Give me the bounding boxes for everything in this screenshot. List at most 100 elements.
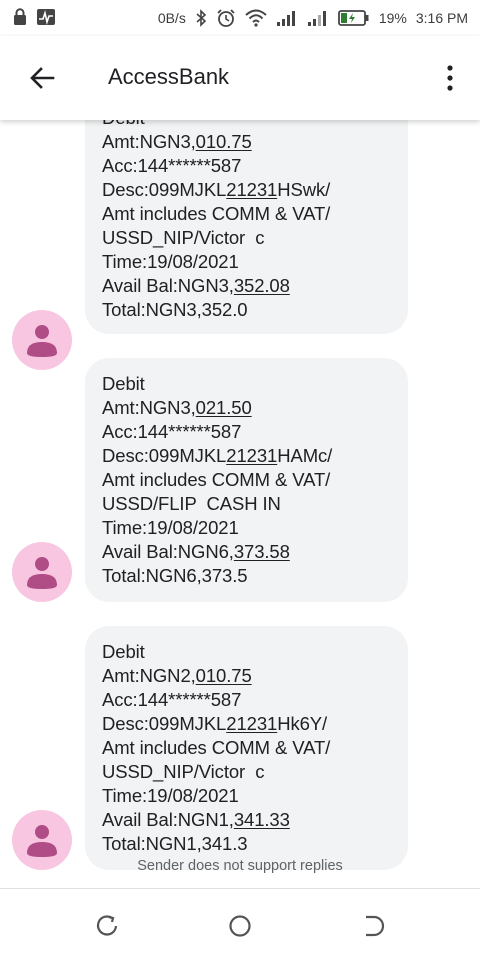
message-line: Time:19/08/2021	[102, 250, 391, 274]
clock: 3:16 PM	[415, 10, 468, 26]
message-text: Amt includes COMM & VAT/	[102, 737, 331, 758]
more-options-button[interactable]	[438, 58, 462, 98]
back-button[interactable]	[22, 58, 62, 98]
battery-percent: 19%	[378, 10, 407, 26]
linked-number[interactable]: 21231	[226, 713, 277, 734]
linked-number[interactable]: 352.08	[234, 275, 290, 296]
message-body: Debit Amt:NGN2,010.75 Acc:144******587 Desc…	[102, 640, 391, 856]
message-text: Avail Bal:NGN1,	[102, 809, 234, 830]
message-line: Acc:144******587	[102, 420, 391, 444]
linked-number[interactable]: 21231	[226, 445, 277, 466]
linked-number[interactable]: 021.50	[196, 397, 252, 418]
message-line: USSD_NIP/Victor c	[102, 760, 391, 784]
message-line: Amt:NGN3,010.75	[102, 130, 391, 154]
message-text: USSD/FLIP CASH IN	[102, 493, 281, 514]
message-line: Avail Bal:NGN3,352.08	[102, 274, 391, 298]
linked-number[interactable]: 21231	[226, 179, 277, 200]
message-text: Acc:144******587	[102, 155, 242, 176]
signal-icon	[307, 11, 326, 26]
message-body: Debit Amt:NGN3,021.50 Acc:144******587 Desc…	[102, 372, 391, 588]
message-text: Desc:099MJKL	[102, 713, 227, 734]
recents-icon	[96, 915, 118, 936]
message-text: Total:NGN6,373.5	[102, 565, 248, 586]
message-line: Time:19/08/2021	[102, 784, 391, 808]
recents-button[interactable]	[92, 911, 122, 941]
linked-number[interactable]: 010.75	[196, 665, 252, 686]
message-line: Amt:NGN2,010.75	[102, 664, 391, 688]
message-text: Time:19/08/2021	[102, 517, 239, 538]
message-text: HAMc/	[277, 445, 333, 466]
linked-number[interactable]: 341.33	[234, 809, 290, 830]
linked-number[interactable]: 373.58	[234, 541, 290, 562]
network-speed: 0B/s	[157, 10, 186, 26]
message-line: USSD_NIP/Victor c	[102, 226, 391, 250]
linked-number[interactable]: 010.75	[196, 131, 252, 152]
message-text: Desc:099MJKL	[102, 445, 227, 466]
home-button[interactable]	[225, 911, 255, 941]
more-vert-icon	[447, 65, 453, 91]
message-text: Debit	[102, 641, 145, 662]
message-text: Time:19/08/2021	[102, 251, 239, 272]
message-line: Amt includes COMM & VAT/	[102, 736, 391, 760]
message-text: Amt:NGN3,	[102, 131, 196, 152]
message-text: Total:NGN1,341.3	[102, 833, 248, 854]
message-line: Acc:144******587	[102, 688, 391, 712]
activity-icon	[37, 9, 55, 25]
message-line: Desc:099MJKL21231HAMc/	[102, 444, 391, 468]
avatar[interactable]	[12, 310, 72, 370]
message-text: Amt:NGN3,	[102, 397, 196, 418]
message-text: Avail Bal:NGN3,	[102, 275, 234, 296]
back-nav-button[interactable]	[358, 911, 388, 941]
avatar[interactable]	[12, 542, 72, 602]
message-body: DebitAmt:NGN3,010.75Acc:144******587Desc…	[102, 106, 391, 322]
navigation-bar	[0, 889, 480, 960]
message-line: Total:NGN3,352.0	[102, 298, 391, 322]
message-line: Debit	[102, 640, 391, 664]
message-text: Acc:144******587	[102, 689, 242, 710]
message-text: Amt includes COMM & VAT/	[102, 469, 331, 490]
message-text: HSwk/	[277, 179, 331, 200]
message-line: Avail Bal:NGN1,341.33	[102, 808, 391, 832]
message-line: Desc:099MJKL21231HSwk/	[102, 178, 391, 202]
message-line: USSD/FLIP CASH IN	[102, 492, 391, 516]
home-icon	[229, 915, 251, 937]
person-icon	[27, 325, 57, 357]
person-icon	[27, 557, 57, 589]
message-bubble[interactable]: Debit Amt:NGN3,021.50 Acc:144******587 Desc…	[85, 358, 408, 602]
message-line: Time:19/08/2021	[102, 516, 391, 540]
message-text: Total:NGN3,352.0	[102, 299, 248, 320]
arrow-back-icon	[30, 67, 55, 89]
bluetooth-icon	[196, 9, 206, 27]
message-text: USSD_NIP/Victor c	[102, 227, 265, 248]
message-text: Acc:144******587	[102, 421, 242, 442]
lock-icon	[14, 8, 26, 25]
message-text: Hk6Y/	[277, 713, 328, 734]
battery-charging-icon	[337, 10, 369, 26]
message-line: Amt:NGN3,021.50	[102, 396, 391, 420]
message-line: Amt includes COMM & VAT/	[102, 468, 391, 492]
message-line: Amt includes COMM & VAT/	[102, 202, 391, 226]
conversation-view[interactable]: DebitAmt:NGN3,010.75Acc:144******587Desc…	[0, 36, 480, 888]
wifi-icon	[245, 9, 267, 27]
conversation-title: AccessBank	[108, 64, 230, 89]
message-line: Total:NGN6,373.5	[102, 564, 391, 588]
message-line: Acc:144******587	[102, 154, 391, 178]
no-reply-note: Sender does not support replies	[137, 858, 343, 874]
message-line: Debit	[102, 372, 391, 396]
app-bar: AccessBank	[0, 36, 480, 120]
message-text: Avail Bal:NGN6,	[102, 541, 234, 562]
message-text: Time:19/08/2021	[102, 785, 239, 806]
back-icon	[366, 915, 385, 937]
message-text: Amt:NGN2,	[102, 665, 196, 686]
message-text: USSD_NIP/Victor c	[102, 761, 265, 782]
message-text: Debit	[102, 373, 145, 394]
message-bubble[interactable]: Debit Amt:NGN2,010.75 Acc:144******587 Desc…	[85, 626, 408, 870]
message-text: Amt includes COMM & VAT/	[102, 203, 331, 224]
message-line: Avail Bal:NGN6,373.58	[102, 540, 391, 564]
message-line: Desc:099MJKL21231Hk6Y/	[102, 712, 391, 736]
alarm-icon	[217, 9, 235, 27]
message-text: Desc:099MJKL	[102, 179, 227, 200]
status-bar: 0B/s 19% 3:16 PM	[0, 0, 480, 36]
signal-icon	[276, 11, 295, 26]
message-line: Total:NGN1,341.3	[102, 832, 391, 856]
